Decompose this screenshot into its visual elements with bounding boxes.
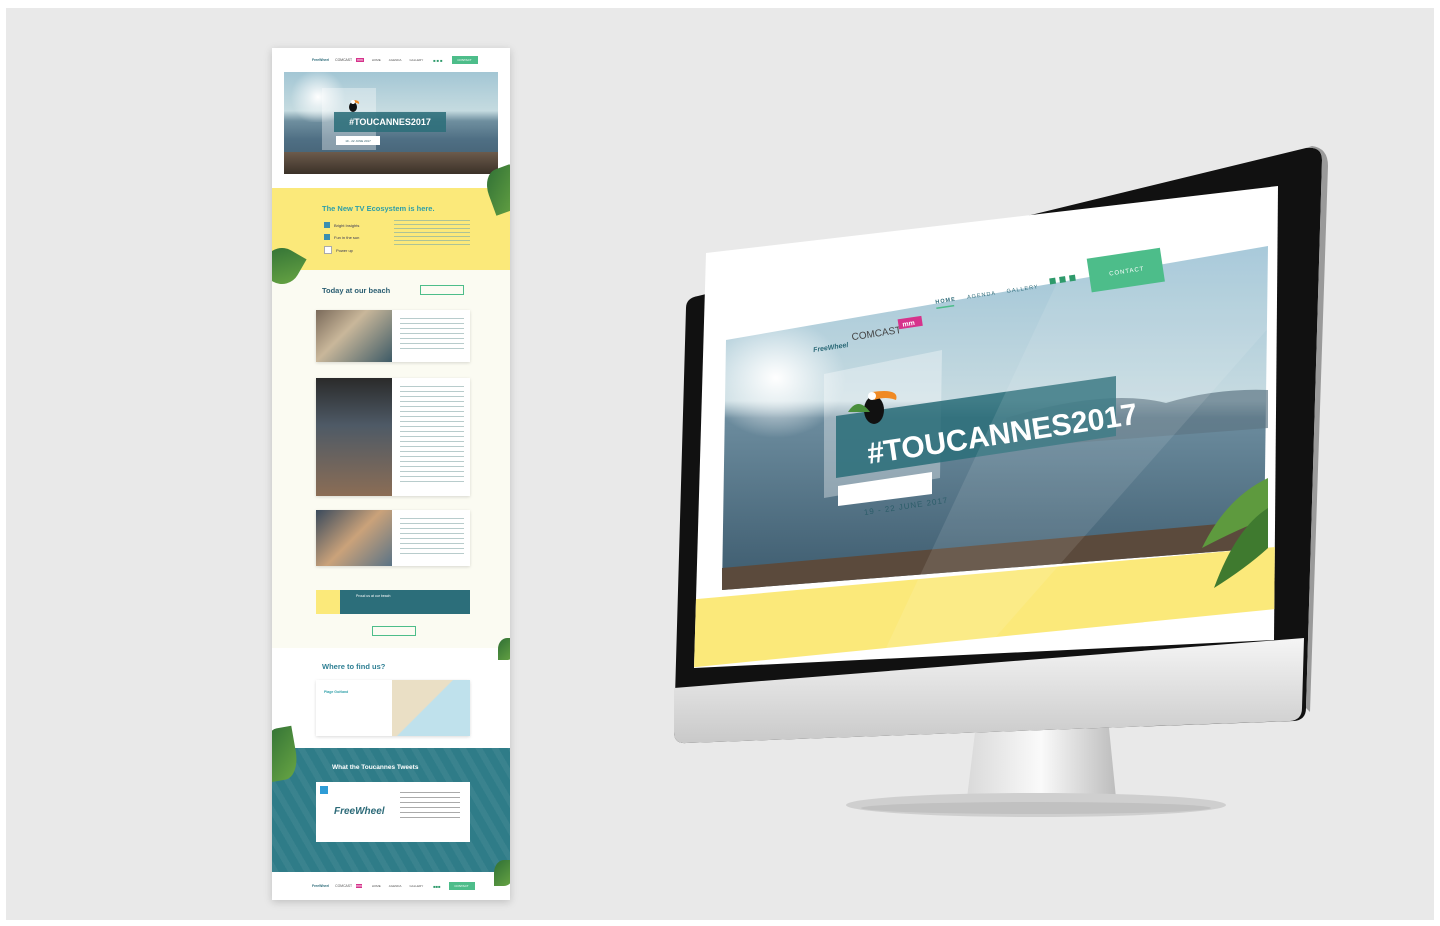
twitter-icon[interactable] [1059,276,1066,283]
facebook-icon[interactable] [1049,277,1057,285]
mockup-stage: FreeWheel COMCAST mm HOME AGENDA GALLERY… [6,8,1434,920]
imac-monitor: #TOUCANNES2017 19 - 22 JUNE 2017 FreeWhe… [674,146,1328,817]
linkedin-icon[interactable] [1068,274,1076,282]
